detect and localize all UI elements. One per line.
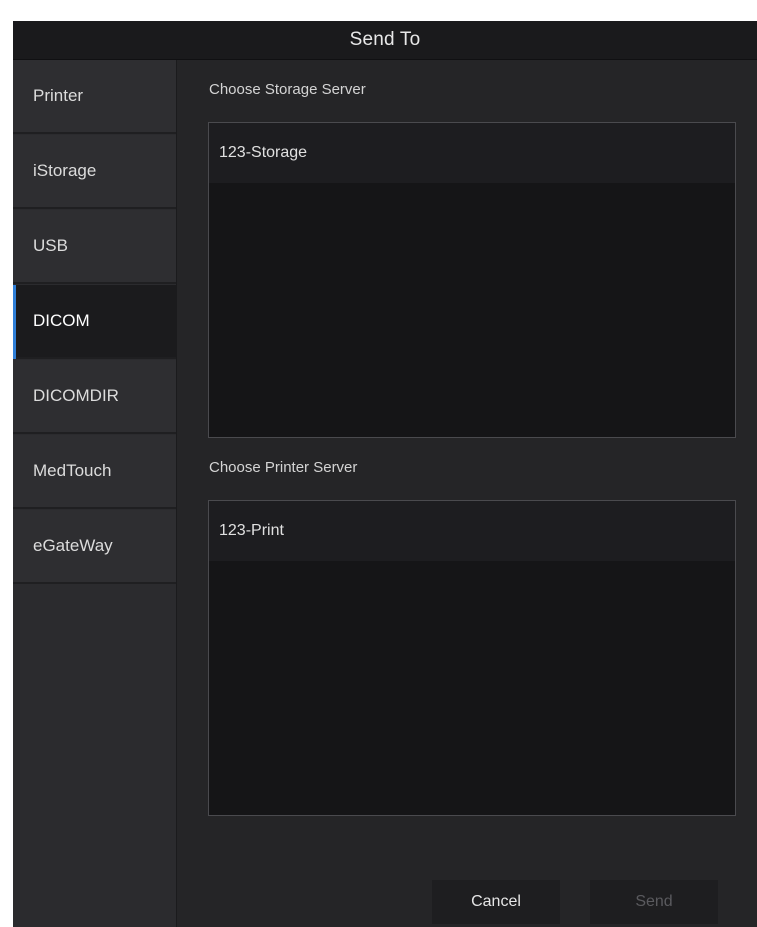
sidebar-item-label: DICOM (33, 311, 90, 330)
sidebar-item-istorage[interactable]: iStorage (13, 135, 176, 209)
printer-server-label: Choose Printer Server (209, 459, 358, 476)
dialog-title: Send To (349, 29, 421, 50)
sidebar-item-label: MedTouch (33, 461, 112, 480)
dicom-panel: Choose Storage Server 123-Storage Choose… (177, 60, 757, 927)
storage-server-label: Choose Storage Server (209, 81, 366, 98)
storage-server-list[interactable]: 123-Storage (208, 122, 736, 438)
dialog-title-bar: Send To (13, 21, 757, 60)
sidebar-item-label: iStorage (33, 161, 97, 180)
sidebar-item-medtouch[interactable]: MedTouch (13, 435, 176, 509)
sidebar-item-label: eGateWay (33, 536, 113, 555)
sidebar-item-label: DICOMDIR (33, 386, 119, 405)
send-to-dialog: Send To Printer iStorage USB DICOM DICOM… (13, 21, 757, 927)
sidebar-item-dicom[interactable]: DICOM (13, 285, 176, 359)
send-button[interactable]: Send (590, 880, 718, 924)
destination-sidebar: Printer iStorage USB DICOM DICOMDIR MedT… (13, 60, 177, 927)
sidebar-item-egateway[interactable]: eGateWay (13, 510, 176, 584)
sidebar-item-printer[interactable]: Printer (13, 60, 176, 134)
list-item-label: 123-Print (219, 522, 284, 539)
storage-server-item[interactable]: 123-Storage (209, 123, 735, 183)
sidebar-item-label: USB (33, 236, 68, 255)
active-indicator (13, 285, 16, 359)
sidebar-item-label: Printer (33, 86, 84, 105)
cancel-button[interactable]: Cancel (432, 880, 560, 924)
printer-server-item[interactable]: 123-Print (209, 501, 735, 561)
list-item-label: 123-Storage (219, 144, 308, 161)
printer-server-list[interactable]: 123-Print (208, 500, 736, 816)
sidebar-item-usb[interactable]: USB (13, 210, 176, 284)
sidebar-item-dicomdir[interactable]: DICOMDIR (13, 360, 176, 434)
